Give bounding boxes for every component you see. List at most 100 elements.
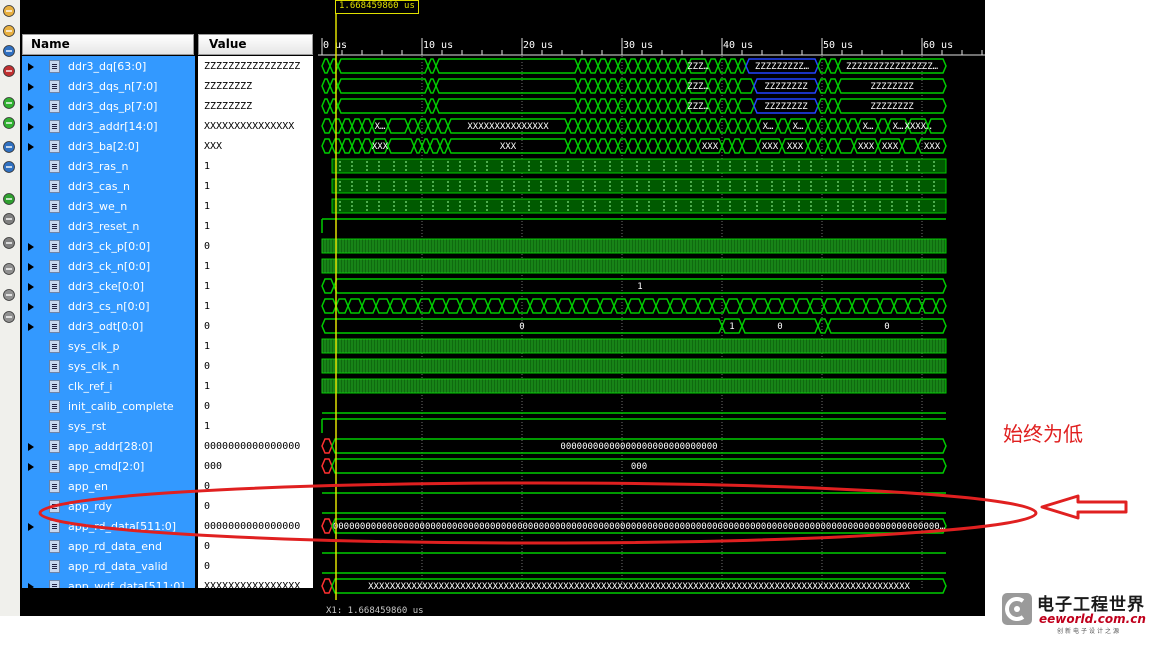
zoom-fit-icon[interactable] [2,44,16,58]
signal-name: app_addr[28:0] [68,440,153,453]
bus-segment [351,138,363,154]
zoom-in-icon[interactable] [2,4,16,18]
next-transition-icon[interactable] [2,160,16,174]
signal-row[interactable]: app_cmd[2:0] [22,457,195,477]
expand-arrow-icon[interactable] [28,283,34,291]
bus-segment [361,118,373,134]
waveform-canvas[interactable]: 0 us 10 us 20 us 30 us 40 us 50 us 60 us ZZZ… ZZ… [318,0,985,616]
bus-segment [753,298,769,314]
signal-name: ddr3_dq[63:0] [68,60,147,73]
snap-to-transition-icon[interactable] [2,288,16,302]
expand-arrow-icon[interactable] [28,63,34,71]
bus-segment [717,118,729,134]
add-marker-icon[interactable] [2,192,16,206]
bus-segment [921,298,937,314]
bus-segment [657,118,669,134]
swap-cursors-icon[interactable] [2,262,16,276]
previous-marker-icon[interactable] [2,212,16,226]
expand-arrow-icon[interactable] [28,143,34,151]
expand-arrow-icon[interactable] [28,323,34,331]
go-to-end-icon[interactable] [2,116,16,130]
waveform-panel[interactable]: 0 us 10 us 20 us 30 us 40 us 50 us 60 us ZZZ… ZZ… [318,0,985,616]
signal-row[interactable]: ddr3_reset_n [22,217,195,237]
signal-row[interactable]: ddr3_dqs_n[7:0] [22,77,195,97]
signal-row[interactable]: ddr3_cke[0:0] [22,277,195,297]
next-marker-icon[interactable] [2,236,16,250]
expand-arrow-icon[interactable] [28,303,34,311]
signal-row[interactable]: app_rdy [22,497,195,517]
signal-name: app_wdf_data[511:0] [68,580,185,588]
bus-segment [321,578,333,594]
signal-trace [331,178,947,194]
signal-row[interactable]: clk_ref_i [22,377,195,397]
expand-arrow-icon[interactable] [28,463,34,471]
bus-segment [435,58,579,74]
bus-segment [617,118,629,134]
bus-segment-value: X… [863,122,874,132]
cursor-time-label[interactable]: 1.668459860 us [335,0,419,14]
expand-arrow-icon[interactable] [28,523,34,531]
signal-row[interactable]: app_rd_data_valid [22,557,195,577]
bus-segment [597,58,609,74]
floating-ruler-icon[interactable] [2,310,16,324]
signal-row[interactable]: ddr3_dq[63:0] [22,57,195,77]
bus-segment [337,98,429,114]
zoom-out-icon[interactable] [2,24,16,38]
expand-arrow-icon[interactable] [28,123,34,131]
signal-trace [331,198,947,214]
signal-row[interactable]: ddr3_addr[14:0] [22,117,195,137]
signal-row[interactable]: sys_clk_p [22,337,195,357]
bus-segment [851,298,867,314]
bus-segment-value: XXX [924,142,941,152]
name-column-header[interactable]: Name [22,34,194,55]
bus-segment [707,118,719,134]
signal-row[interactable]: app_rd_data_end [22,537,195,557]
signal-row[interactable]: app_rd_data[511:0] [22,517,195,537]
go-to-start-icon[interactable] [2,96,16,110]
timeline-tick-label: 60 us [923,40,953,51]
bus-segment [617,138,629,154]
bus-segment-value: 00000000000000000000000000000 [560,442,717,452]
expand-arrow-icon[interactable] [28,83,34,91]
signal-row[interactable]: sys_clk_n [22,357,195,377]
bus-segment-value: X… [893,122,904,132]
expand-arrow-icon[interactable] [28,443,34,451]
signal-row[interactable]: ddr3_dqs_p[7:0] [22,97,195,117]
signal-row[interactable]: app_en [22,477,195,497]
signal-row[interactable]: ddr3_odt[0:0] [22,317,195,337]
signal-row[interactable]: sys_rst [22,417,195,437]
bus-segment [739,298,755,314]
signal-row[interactable]: ddr3_cs_n[0:0] [22,297,195,317]
expand-arrow-icon[interactable] [28,243,34,251]
signal-name: app_rd_data_end [68,540,163,553]
signal-row[interactable]: app_addr[28:0] [22,437,195,457]
bus-segment [727,98,739,114]
signal-row[interactable]: ddr3_ck_p[0:0] [22,237,195,257]
signal-value: 0000000000000000 [204,441,301,452]
previous-transition-icon[interactable] [2,140,16,154]
bus-segment [361,138,373,154]
signal-row[interactable]: app_wdf_data[511:0] [22,577,195,588]
signal-value: 0 [204,241,211,252]
bus-segment [529,298,545,314]
expand-arrow-icon[interactable] [28,583,34,588]
bus-segment-value: ZZZ… [687,102,709,112]
bus-segment [329,78,339,94]
bus-segment-value: ZZZ… [687,82,709,92]
expand-arrow-icon[interactable] [28,263,34,271]
signal-value: 0 [204,401,211,412]
bus-segment [321,518,333,534]
bus-segment [669,298,685,314]
signal-row[interactable]: ddr3_ba[2:0] [22,137,195,157]
signal-row[interactable]: init_calib_complete [22,397,195,417]
signal-value: 1 [204,181,211,192]
signal-row[interactable]: ddr3_we_n [22,197,195,217]
bus-segment [637,78,649,94]
zoom-full-icon[interactable] [2,64,16,78]
bus-segment [617,98,629,114]
value-column-header[interactable]: Value [198,34,313,55]
expand-arrow-icon[interactable] [28,103,34,111]
signal-row[interactable]: ddr3_cas_n [22,177,195,197]
signal-row[interactable]: ddr3_ck_n[0:0] [22,257,195,277]
signal-row[interactable]: ddr3_ras_n [22,157,195,177]
